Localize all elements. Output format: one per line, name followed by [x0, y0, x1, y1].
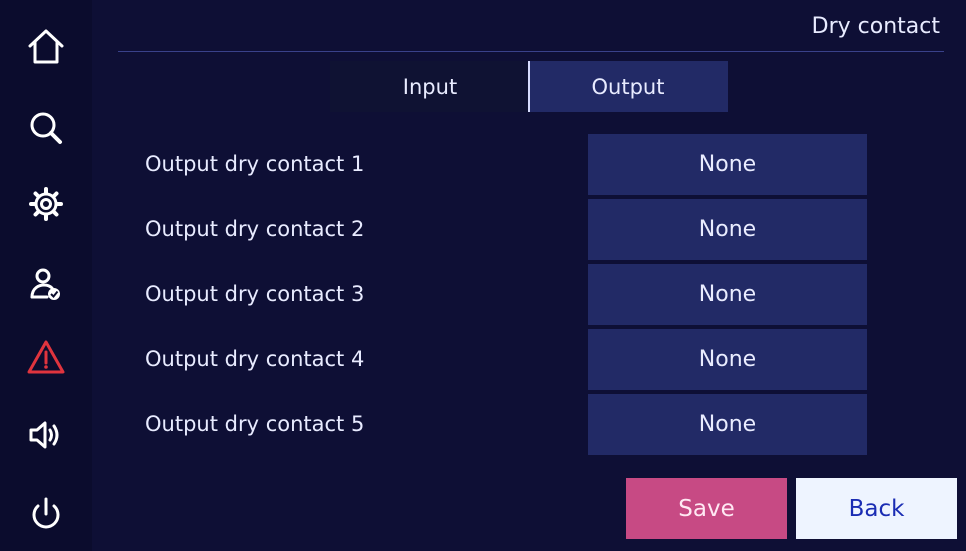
dry-contact-screen: Dry contact Input Output Output dry cont…: [0, 0, 966, 551]
sidebar-item-sound[interactable]: [18, 407, 74, 463]
sidebar-item-user[interactable]: [18, 258, 74, 314]
row-value-5-select[interactable]: None: [588, 394, 867, 455]
header-divider: [118, 51, 944, 52]
save-button[interactable]: Save: [626, 478, 787, 539]
row-label-1: Output dry contact 1: [145, 152, 365, 176]
row-value-1-select[interactable]: None: [588, 134, 867, 195]
row-value-2-select[interactable]: None: [588, 199, 867, 260]
power-icon: [32, 497, 60, 529]
row-label-3: Output dry contact 3: [145, 282, 365, 306]
sidebar-item-alarm[interactable]: [18, 330, 74, 386]
page-title: Dry contact: [811, 14, 940, 39]
warning-icon: [27, 340, 65, 374]
row-value-3-select[interactable]: None: [588, 264, 867, 325]
tab-input[interactable]: Input: [330, 61, 530, 112]
speaker-icon: [29, 421, 59, 449]
row-label-2: Output dry contact 2: [145, 217, 365, 241]
sidebar: [0, 0, 92, 551]
tab-output[interactable]: Output: [528, 61, 728, 112]
row-value-4-select[interactable]: None: [588, 329, 867, 390]
sidebar-item-home[interactable]: [18, 19, 74, 75]
sidebar-item-search[interactable]: [18, 100, 74, 156]
search-icon: [30, 112, 62, 144]
tab-divider: [528, 61, 530, 112]
sidebar-item-power[interactable]: [18, 487, 74, 543]
row-label-4: Output dry contact 4: [145, 347, 365, 371]
row-label-5: Output dry contact 5: [145, 412, 365, 436]
gear-icon: [29, 187, 63, 221]
back-button[interactable]: Back: [796, 478, 957, 539]
home-icon: [28, 29, 64, 64]
sidebar-item-settings[interactable]: [18, 176, 74, 232]
user-check-icon: [30, 268, 60, 300]
